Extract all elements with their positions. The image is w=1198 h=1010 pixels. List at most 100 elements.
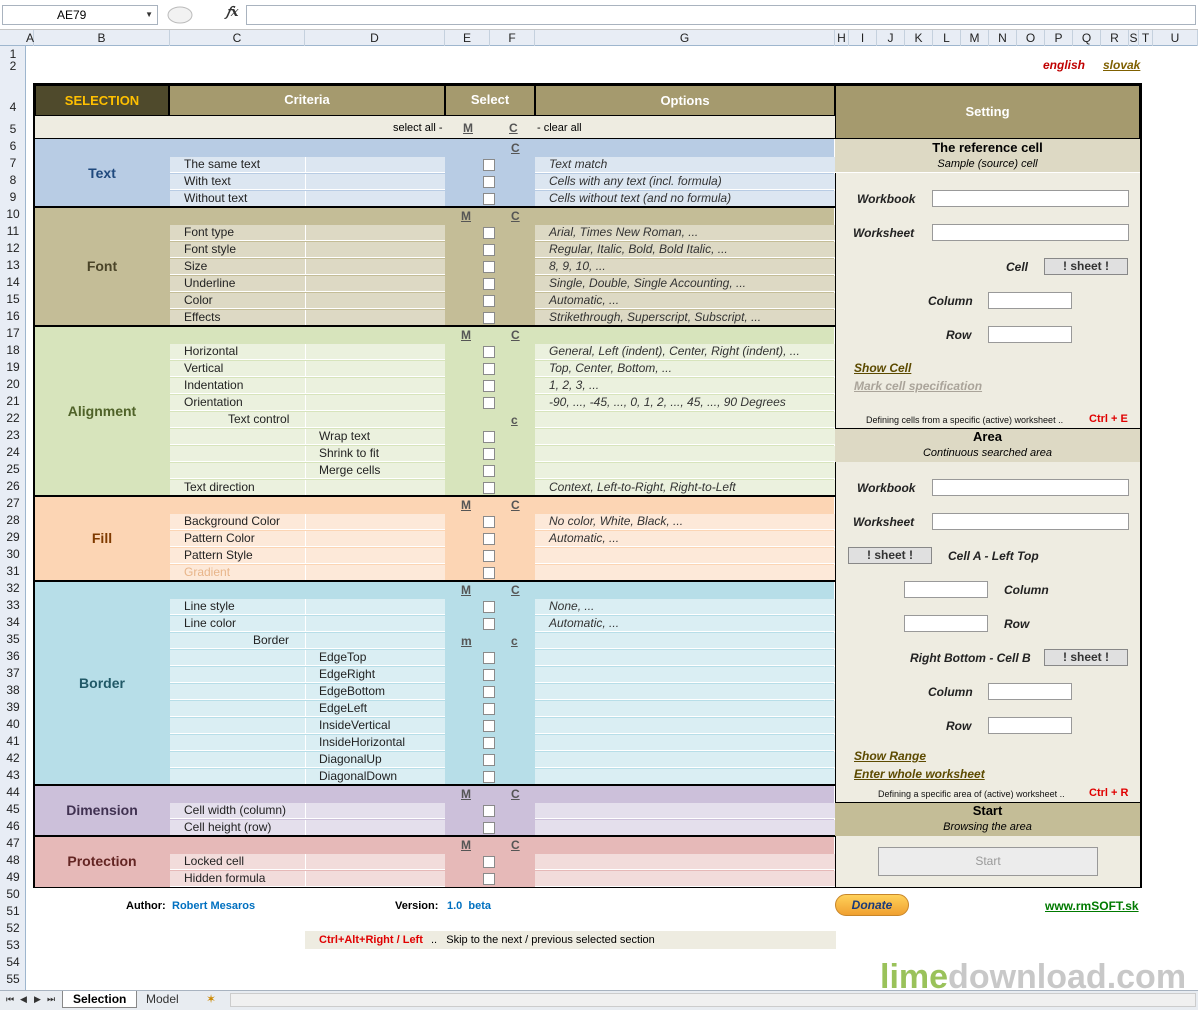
col-header[interactable]: T bbox=[1139, 30, 1153, 46]
mark-c-alignment[interactable]: c bbox=[511, 413, 518, 427]
tab-model[interactable]: Model bbox=[136, 991, 189, 1008]
mark-m-dimension[interactable]: M bbox=[461, 787, 471, 801]
row-header[interactable]: 11 bbox=[0, 223, 26, 239]
english-link[interactable]: english bbox=[1043, 58, 1085, 72]
col-header[interactable]: H bbox=[835, 30, 849, 46]
col-header[interactable]: U bbox=[1153, 30, 1198, 46]
a-row-input[interactable] bbox=[904, 615, 988, 632]
row-header[interactable]: 26 bbox=[0, 478, 26, 494]
row-header[interactable]: 41 bbox=[0, 733, 26, 749]
insert-function-icon[interactable]: 𝑓x bbox=[226, 5, 239, 20]
row-header[interactable]: 4 bbox=[0, 99, 26, 115]
checkbox[interactable] bbox=[483, 431, 495, 443]
insert-sheet-icon[interactable]: ✶ bbox=[196, 991, 226, 1008]
row-header[interactable]: 43 bbox=[0, 767, 26, 783]
col-header[interactable]: F bbox=[490, 30, 535, 46]
checkbox[interactable] bbox=[483, 244, 495, 256]
mark-m-border[interactable]: m bbox=[461, 634, 472, 648]
row-header[interactable]: 18 bbox=[0, 342, 26, 358]
col-header[interactable]: J bbox=[877, 30, 905, 46]
row-header[interactable]: 22 bbox=[0, 410, 26, 426]
checkbox[interactable] bbox=[483, 567, 495, 579]
row-header[interactable]: 27 bbox=[0, 495, 26, 511]
donate-button[interactable]: Donate bbox=[835, 894, 909, 916]
b-column-input[interactable] bbox=[988, 683, 1072, 700]
row-header[interactable]: 5 bbox=[0, 121, 26, 137]
col-header[interactable]: P bbox=[1045, 30, 1073, 46]
checkbox[interactable] bbox=[483, 448, 495, 460]
last-sheet-icon[interactable]: ⏭ bbox=[47, 994, 55, 1005]
col-header[interactable]: A bbox=[26, 30, 34, 46]
mark-c-alignment[interactable]: C bbox=[511, 328, 520, 342]
checkbox[interactable] bbox=[483, 397, 495, 409]
row-header[interactable]: 13 bbox=[0, 257, 26, 273]
mark-c-border[interactable]: C bbox=[511, 583, 520, 597]
checkbox[interactable] bbox=[483, 720, 495, 732]
row-header[interactable]: 6 bbox=[0, 138, 26, 154]
row-header[interactable]: 34 bbox=[0, 614, 26, 630]
row-header[interactable]: 32 bbox=[0, 580, 26, 596]
row-header[interactable]: 30 bbox=[0, 546, 26, 562]
col-header[interactable]: O bbox=[1017, 30, 1045, 46]
col-header[interactable]: D bbox=[305, 30, 445, 46]
row-header[interactable]: 12 bbox=[0, 240, 26, 256]
mark-m-font[interactable]: M bbox=[461, 209, 471, 223]
row-header[interactable]: 15 bbox=[0, 291, 26, 307]
checkbox[interactable] bbox=[483, 312, 495, 324]
chevron-down-icon[interactable]: ▼ bbox=[145, 10, 153, 19]
row-header[interactable]: 44 bbox=[0, 784, 26, 800]
row-header[interactable]: 45 bbox=[0, 801, 26, 817]
mark-m-protection[interactable]: M bbox=[461, 838, 471, 852]
prev-sheet-icon[interactable]: ◀ bbox=[20, 994, 27, 1005]
checkbox[interactable] bbox=[483, 363, 495, 375]
row-header[interactable]: 7 bbox=[0, 155, 26, 171]
clear-all-label[interactable]: - clear all bbox=[537, 122, 582, 134]
checkbox[interactable] bbox=[483, 873, 495, 885]
row-header[interactable]: 2 bbox=[0, 58, 26, 74]
mark-c-fill[interactable]: C bbox=[511, 498, 520, 512]
row-header[interactable]: 19 bbox=[0, 359, 26, 375]
whole-worksheet-link[interactable]: Enter whole worksheet bbox=[854, 767, 985, 781]
horizontal-scrollbar[interactable] bbox=[230, 993, 1196, 1007]
checkbox[interactable] bbox=[483, 380, 495, 392]
row-header[interactable]: 31 bbox=[0, 563, 26, 579]
row-header[interactable]: 54 bbox=[0, 954, 26, 970]
row-header[interactable]: 46 bbox=[0, 818, 26, 834]
col-header[interactable]: G bbox=[535, 30, 835, 46]
area-worksheet-input[interactable] bbox=[932, 513, 1129, 530]
ref-sheet-button[interactable]: ! sheet ! bbox=[1044, 258, 1128, 275]
row-header[interactable]: 8 bbox=[0, 172, 26, 188]
mark-m-border[interactable]: M bbox=[461, 583, 471, 597]
checkbox[interactable] bbox=[483, 771, 495, 783]
checkbox[interactable] bbox=[483, 227, 495, 239]
mark-c-text[interactable]: C bbox=[511, 141, 520, 155]
row-header[interactable]: 40 bbox=[0, 716, 26, 732]
mark-c-border[interactable]: c bbox=[511, 634, 518, 648]
row-header[interactable]: 51 bbox=[0, 903, 26, 919]
row-header[interactable]: 36 bbox=[0, 648, 26, 664]
show-range-link[interactable]: Show Range bbox=[854, 749, 926, 763]
row-header[interactable]: 50 bbox=[0, 886, 26, 902]
row-header[interactable]: 29 bbox=[0, 529, 26, 545]
ref-column-input[interactable] bbox=[988, 292, 1072, 309]
row-header[interactable]: 21 bbox=[0, 393, 26, 409]
b-row-input[interactable] bbox=[988, 717, 1072, 734]
row-header[interactable]: 33 bbox=[0, 597, 26, 613]
checkbox[interactable] bbox=[483, 261, 495, 273]
checkbox[interactable] bbox=[483, 737, 495, 749]
row-header[interactable]: 53 bbox=[0, 937, 26, 953]
checkbox[interactable] bbox=[483, 159, 495, 171]
col-header[interactable]: N bbox=[989, 30, 1017, 46]
area-a-sheet-button[interactable]: ! sheet ! bbox=[848, 547, 932, 564]
website-link[interactable]: www.rmSOFT.sk bbox=[1045, 899, 1139, 913]
checkbox[interactable] bbox=[483, 754, 495, 766]
row-header[interactable]: 52 bbox=[0, 920, 26, 936]
row-header[interactable]: 49 bbox=[0, 869, 26, 885]
first-sheet-icon[interactable]: ⏮ bbox=[6, 994, 14, 1005]
row-header[interactable]: 37 bbox=[0, 665, 26, 681]
checkbox[interactable] bbox=[483, 618, 495, 630]
row-header[interactable]: 9 bbox=[0, 189, 26, 205]
next-sheet-icon[interactable]: ▶ bbox=[34, 994, 41, 1005]
mark-c-protection[interactable]: C bbox=[511, 838, 520, 852]
checkbox[interactable] bbox=[483, 805, 495, 817]
